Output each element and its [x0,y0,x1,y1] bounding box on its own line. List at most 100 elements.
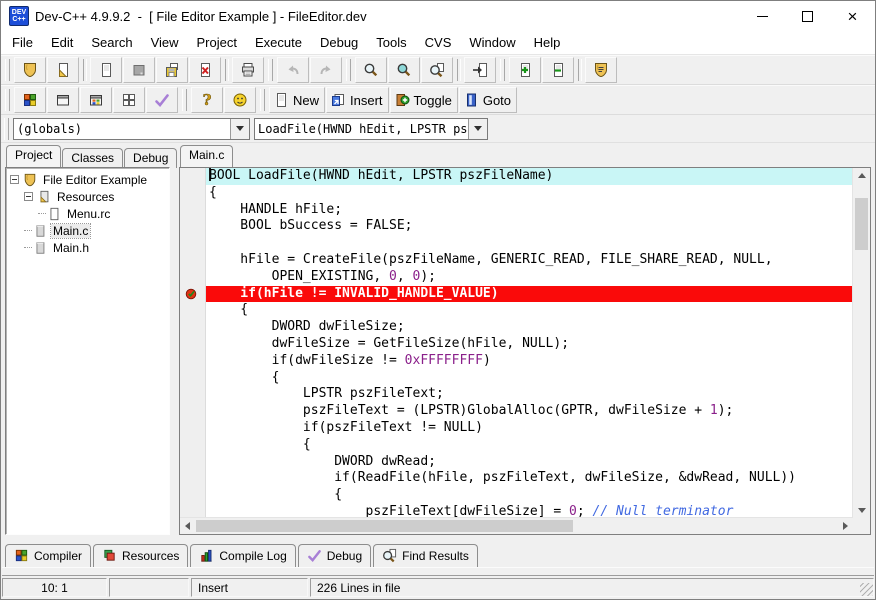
code-line[interactable]: BOOL bSuccess = FALSE; [206,218,853,235]
find-in-files-button[interactable] [388,57,420,83]
menu-item-window[interactable]: Window [460,33,524,52]
project-options-button[interactable] [585,57,617,83]
code-line[interactable]: { [206,487,853,504]
scope-combobox-dropdown-button[interactable] [230,119,249,139]
close-button[interactable]: × [830,1,875,31]
horizontal-scrollbar[interactable] [180,517,853,534]
menu-item-cvs[interactable]: CVS [416,33,461,52]
project-tree[interactable]: File Editor ExampleResourcesMenu.rcMain.… [5,167,170,535]
code-line[interactable]: { [206,185,853,202]
undo-button[interactable] [277,57,309,83]
code-line[interactable]: DWORD dwRead; [206,454,853,471]
new-project-button[interactable] [14,57,46,83]
find-button[interactable] [355,57,387,83]
scroll-left-button[interactable] [180,518,195,534]
code-line[interactable]: DWORD dwFileSize; [206,319,853,336]
tree-item-main-c[interactable]: Main.c [6,222,169,239]
open-project-button[interactable] [47,57,79,83]
panel-tab-project[interactable]: Project [6,145,61,167]
report-tab-find-results[interactable]: Find Results [373,544,478,567]
close-file-button[interactable] [189,57,221,83]
menu-item-project[interactable]: Project [188,33,246,52]
toolbar-drag-handle[interactable] [268,59,273,81]
report-tab-resources[interactable]: Resources [93,544,188,567]
horizontal-scroll-thumb[interactable] [196,520,573,532]
menu-item-execute[interactable]: Execute [246,33,311,52]
menu-item-search[interactable]: Search [82,33,141,52]
function-combobox[interactable]: LoadFile(HWND hEdit, LPSTR psz [254,118,488,140]
tree-item-menu-rc[interactable]: Menu.rc [6,205,169,222]
save-button[interactable] [123,57,155,83]
code-line[interactable] [206,235,853,252]
toolbar-drag-handle[interactable] [500,59,505,81]
tree-item-resources[interactable]: Resources [6,188,169,205]
debug-button[interactable] [146,87,178,113]
scroll-down-button[interactable] [853,503,870,518]
panel-tab-debug[interactable]: Debug [124,148,177,168]
code-line[interactable]: if(dwFileSize != 0xFFFFFFFF) [206,353,853,370]
help-button[interactable]: ? [191,87,223,113]
new-source-file-button[interactable] [90,57,122,83]
minimize-button[interactable] [740,1,785,31]
function-combobox-dropdown-button[interactable] [468,119,487,139]
specials-insert-button[interactable]: Insert [326,87,389,113]
goto-line-button[interactable] [464,57,496,83]
scope-combobox[interactable]: (globals) [13,118,250,140]
code-area[interactable]: BOOL LoadFile(HWND hEdit, LPSTR pszFileN… [206,168,853,518]
tree-expander-minus-icon[interactable] [10,175,19,184]
toolbar-drag-handle[interactable] [5,89,10,111]
code-line[interactable]: LPSTR pszFileText; [206,386,853,403]
code-line[interactable]: { [206,370,853,387]
toolbar-drag-handle[interactable] [5,59,10,81]
code-line[interactable]: if(ReadFile(hFile, pszFileText, dwFileSi… [206,470,853,487]
toolbar-drag-handle[interactable] [260,89,265,111]
editor-tab-main-c[interactable]: Main.c [180,145,233,167]
toolbar-drag-handle[interactable] [182,89,187,111]
menu-item-view[interactable]: View [142,33,188,52]
code-line[interactable]: hFile = CreateFile(pszFileName, GENERIC_… [206,252,853,269]
report-tab-debug[interactable]: Debug [298,544,371,567]
panel-tab-classes[interactable]: Classes [62,148,123,168]
code-line[interactable]: pszFileText = (LPSTR)GlobalAlloc(GPTR, d… [206,403,853,420]
vertical-scrollbar[interactable] [852,168,870,518]
add-to-project-button[interactable] [509,57,541,83]
tree-item-file-editor-example[interactable]: File Editor Example [6,171,169,188]
menu-item-file[interactable]: File [3,33,42,52]
resize-grip[interactable] [860,583,873,596]
code-line[interactable]: { [206,302,853,319]
report-tab-compiler[interactable]: Compiler [5,544,91,567]
code-line[interactable]: HANDLE hFile; [206,202,853,219]
vertical-scroll-thumb[interactable] [855,198,868,250]
about-button[interactable] [224,87,256,113]
report-tab-compile-log[interactable]: Compile Log [190,544,295,567]
toolbar-drag-handle[interactable] [346,59,351,81]
menu-item-edit[interactable]: Edit [42,33,82,52]
scroll-right-button[interactable] [838,518,853,534]
code-line[interactable]: if(pszFileText != NULL) [206,420,853,437]
compile-and-run-button[interactable] [80,87,112,113]
redo-button[interactable] [310,57,342,83]
code-line[interactable]: BOOL LoadFile(HWND hEdit, LPSTR pszFileN… [206,168,853,185]
specials-new-button[interactable]: New [269,87,325,113]
editor-gutter[interactable] [180,168,206,518]
code-line[interactable]: pszFileText[dwFileSize] = 0; // Null ter… [206,504,853,518]
specials-goto-button[interactable]: Goto [459,87,517,113]
code-line[interactable]: dwFileSize = GetFileSize(hFile, NULL); [206,336,853,353]
tree-item-main-h[interactable]: Main.h [6,239,169,256]
print-button[interactable] [232,57,264,83]
remove-from-project-button[interactable] [542,57,574,83]
app-icon[interactable]: DEVC++ [9,6,29,26]
toolbar-drag-handle[interactable] [4,118,9,140]
menu-item-debug[interactable]: Debug [311,33,367,52]
breakpoint-marker[interactable] [184,287,198,306]
replace-button[interactable] [421,57,453,83]
run-button[interactable] [47,87,79,113]
specials-toggle-button[interactable]: Toggle [390,87,458,113]
compile-button[interactable] [14,87,46,113]
code-line[interactable]: { [206,437,853,454]
menu-item-tools[interactable]: Tools [367,33,415,52]
code-line[interactable]: OPEN_EXISTING, 0, 0); [206,269,853,286]
save-all-button[interactable] [156,57,188,83]
maximize-button[interactable] [785,1,830,31]
rebuild-all-button[interactable] [113,87,145,113]
